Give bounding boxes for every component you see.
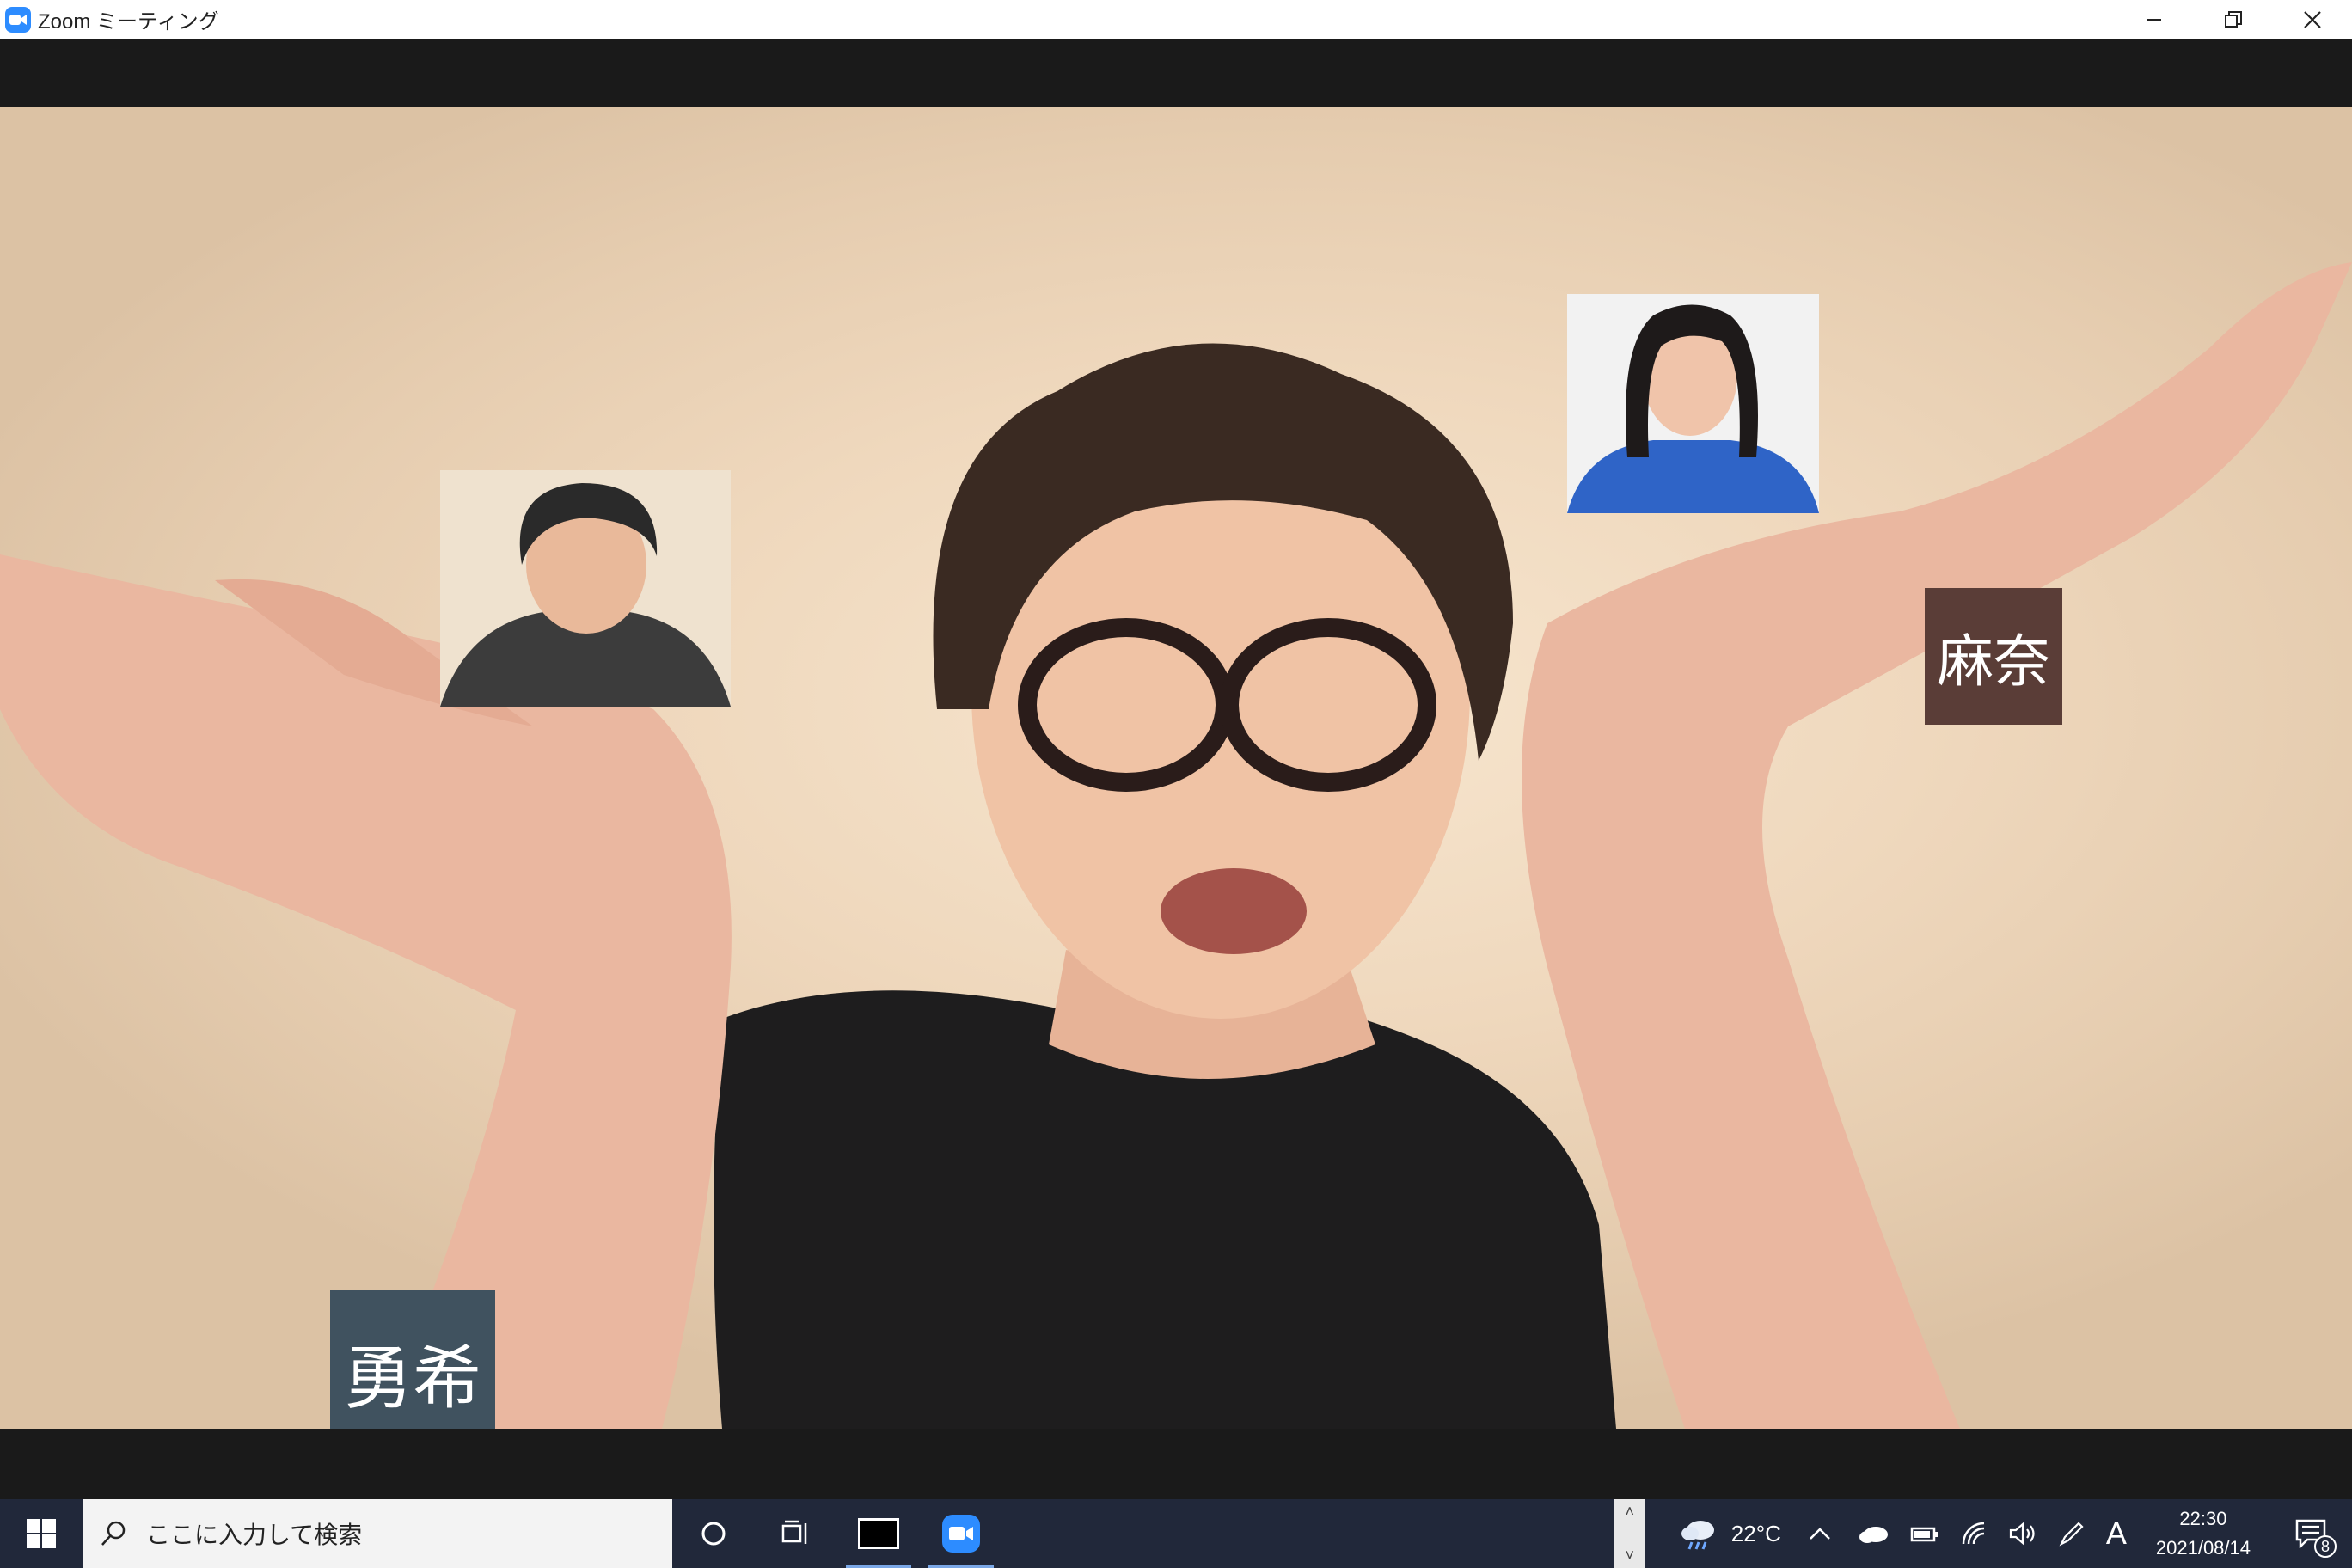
taskbar-search-box[interactable]: ここに入力して検索 bbox=[83, 1499, 672, 1568]
active-speaker-video[interactable]: 勇希 麻奈 bbox=[0, 107, 2352, 1429]
meeting-top-bar bbox=[0, 39, 2352, 107]
taskbar-app-terminal[interactable] bbox=[837, 1499, 920, 1568]
pen-workspace-button[interactable] bbox=[2048, 1499, 2096, 1568]
search-placeholder: ここに入力して検索 bbox=[146, 1521, 363, 1549]
zoom-app-icon bbox=[942, 1515, 980, 1553]
search-icon bbox=[101, 1521, 126, 1546]
close-icon bbox=[2304, 10, 2321, 28]
participant-yuki-avatar bbox=[440, 470, 731, 707]
ime-mode-label: A bbox=[2105, 1516, 2127, 1551]
taskbar-scroll-arrows[interactable]: ˄ ˅ bbox=[1614, 1499, 1645, 1568]
tray-chevron-icon bbox=[1809, 1528, 1830, 1540]
restore-button[interactable] bbox=[2194, 0, 2273, 39]
weather-temperature: 22°C bbox=[1730, 1520, 1781, 1547]
chevron-up-icon: ˄ bbox=[1625, 1503, 1635, 1520]
participant-name-label: 麻奈 bbox=[1937, 628, 2050, 695]
notification-count-badge: 8 bbox=[2314, 1535, 2337, 1558]
weather-widget[interactable]: 22°C bbox=[1645, 1499, 1792, 1568]
ime-indicator[interactable]: A bbox=[2096, 1499, 2137, 1568]
onedrive-icon bbox=[1859, 1527, 1888, 1543]
participant-name-tag-yuki[interactable]: 勇希 bbox=[330, 1290, 495, 1429]
restore-icon bbox=[2225, 10, 2242, 28]
weather-icon bbox=[1681, 1521, 1714, 1550]
meeting-bottom-bar bbox=[0, 1429, 2352, 1499]
participant-video-yuki[interactable] bbox=[440, 470, 731, 707]
onedrive-tray-button[interactable] bbox=[1848, 1499, 1900, 1568]
volume-icon bbox=[2009, 1522, 2035, 1546]
participant-mana-avatar bbox=[1567, 294, 1819, 513]
zoom-logo-icon bbox=[5, 6, 31, 33]
volume-tray-button[interactable] bbox=[1998, 1499, 2048, 1568]
battery-tray-button[interactable] bbox=[1900, 1499, 1950, 1568]
network-tray-button[interactable] bbox=[1950, 1499, 1998, 1568]
task-view-icon bbox=[781, 1520, 807, 1544]
taskbar-clock[interactable]: 22:30 2021/08/14 bbox=[2137, 1504, 2269, 1563]
show-hidden-icons-button[interactable] bbox=[1792, 1499, 1848, 1568]
pen-icon bbox=[2059, 1522, 2084, 1547]
windows-start-icon bbox=[27, 1519, 56, 1548]
participant-name-label: 勇希 bbox=[344, 1338, 481, 1418]
window-title: Zoom ミーティング bbox=[38, 10, 219, 34]
speaker-video-frame bbox=[0, 262, 2352, 1429]
cortana-icon bbox=[701, 1522, 726, 1546]
terminal-app-icon bbox=[858, 1518, 899, 1549]
chevron-down-icon: ˅ bbox=[1625, 1547, 1635, 1564]
wifi-icon bbox=[1962, 1522, 1984, 1545]
minimize-button[interactable] bbox=[2115, 0, 2194, 39]
clock-time: 22:30 bbox=[2179, 1508, 2227, 1529]
cortana-button[interactable] bbox=[672, 1499, 755, 1568]
action-center-button[interactable]: 8 bbox=[2269, 1499, 2352, 1568]
start-button[interactable] bbox=[0, 1499, 83, 1568]
participant-name-tag-mana[interactable]: 麻奈 bbox=[1925, 588, 2062, 725]
task-view-button[interactable] bbox=[755, 1499, 837, 1568]
taskbar-app-zoom[interactable] bbox=[920, 1499, 1002, 1568]
battery-icon bbox=[1910, 1527, 1938, 1542]
windows-taskbar: ここに入力して検索 ˄ ˅ 22°C A 22:30 2021/08/14 8 bbox=[0, 1499, 2352, 1568]
clock-date: 2021/08/14 bbox=[2155, 1537, 2251, 1559]
minimize-icon bbox=[2147, 18, 2161, 21]
window-title-bar: Zoom ミーティング bbox=[0, 0, 2352, 39]
participant-video-mana[interactable] bbox=[1567, 294, 1819, 513]
close-button[interactable] bbox=[2273, 0, 2352, 39]
